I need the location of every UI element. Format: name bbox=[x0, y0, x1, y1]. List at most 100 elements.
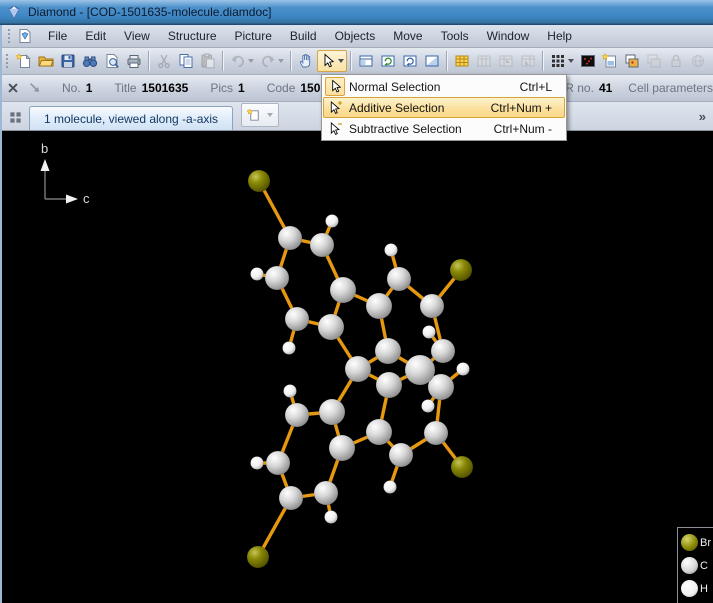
print-button[interactable] bbox=[123, 50, 145, 72]
undo-icon bbox=[230, 53, 246, 69]
corner-view-icon bbox=[424, 53, 440, 69]
delete-structure-button[interactable] bbox=[2, 77, 24, 99]
lock-disabled-button bbox=[665, 50, 687, 72]
window-frame-edge bbox=[0, 25, 2, 603]
redo-button bbox=[257, 50, 287, 72]
table-disabled-3-icon bbox=[520, 53, 536, 69]
menu-item-label: Subtractive Selection bbox=[349, 122, 494, 136]
new-picture-tab-button[interactable] bbox=[241, 103, 279, 127]
find-icon bbox=[82, 53, 98, 69]
render-screen-button[interactable] bbox=[577, 50, 599, 72]
menu-file[interactable]: File bbox=[39, 26, 76, 46]
new-document-button[interactable] bbox=[13, 50, 35, 72]
globe-disabled-button bbox=[687, 50, 709, 72]
pattern-grid-button[interactable] bbox=[547, 50, 577, 72]
select-icon bbox=[320, 53, 336, 69]
dropdown-caret bbox=[338, 59, 344, 63]
print-icon bbox=[126, 53, 142, 69]
selection-mode-menu: Normal SelectionCtrl+LAdditive Selection… bbox=[321, 74, 567, 141]
field-cell-parameters: Cell parameters bbox=[628, 81, 713, 95]
paste-button bbox=[197, 50, 219, 72]
save-button[interactable] bbox=[57, 50, 79, 72]
restore-view-button[interactable] bbox=[399, 50, 421, 72]
title-bar[interactable]: Diamond - [COD-1501635-molecule.diamdoc] bbox=[0, 0, 713, 25]
legend-item-c: C bbox=[681, 554, 713, 577]
dropdown-caret bbox=[267, 113, 273, 117]
menu-objects[interactable]: Objects bbox=[326, 26, 385, 46]
rotate-view-icon bbox=[380, 53, 396, 69]
tile-views-button[interactable] bbox=[355, 50, 377, 72]
field-value: 1 bbox=[238, 81, 245, 95]
field-label: Pics bbox=[210, 81, 233, 95]
diamond-app-icon bbox=[6, 4, 22, 20]
legend-sphere-c bbox=[681, 557, 698, 574]
field-label: Cell parameters bbox=[628, 81, 713, 95]
cursor-icon bbox=[325, 77, 345, 96]
arrow-down-right-icon bbox=[28, 81, 42, 95]
toolbar-overflow-button[interactable]: » bbox=[699, 109, 705, 124]
menu-window[interactable]: Window bbox=[478, 26, 539, 46]
restore-view-icon bbox=[402, 53, 418, 69]
tab-active-picture[interactable]: 1 molecule, viewed along -a-axis bbox=[29, 106, 233, 130]
print-preview-button[interactable] bbox=[101, 50, 123, 72]
field-value: 1501635 bbox=[142, 81, 189, 95]
menu-item-shortcut: Ctrl+L bbox=[520, 80, 564, 94]
window-title: Diamond - [COD-1501635-molecule.diamdoc] bbox=[28, 5, 271, 19]
structure-picture-canvas[interactable]: b c BrCH bbox=[0, 131, 713, 603]
picture-disabled-button bbox=[643, 50, 665, 72]
menu-item-additive-selection[interactable]: Additive SelectionCtrl+Num + bbox=[323, 97, 565, 118]
atom-legend: BrCH bbox=[677, 527, 713, 603]
menu-tools[interactable]: Tools bbox=[432, 26, 478, 46]
select-button[interactable] bbox=[317, 50, 347, 72]
x-icon bbox=[6, 81, 20, 95]
find-button[interactable] bbox=[79, 50, 101, 72]
table-yellow-icon bbox=[454, 53, 470, 69]
tile-views-icon bbox=[358, 53, 374, 69]
menu-item-normal-selection[interactable]: Normal SelectionCtrl+L bbox=[323, 76, 565, 97]
open-file-button[interactable] bbox=[35, 50, 57, 72]
legend-sphere-h bbox=[681, 580, 698, 597]
goto-structure-button[interactable] bbox=[24, 77, 46, 99]
dropdown-caret bbox=[248, 59, 254, 63]
axis-indicator: b c bbox=[28, 141, 92, 205]
menu-help[interactable]: Help bbox=[538, 26, 581, 46]
picture-overlay-button[interactable] bbox=[621, 50, 643, 72]
pan-button[interactable] bbox=[295, 50, 317, 72]
picture-disabled-icon bbox=[646, 53, 662, 69]
rotate-view-button[interactable] bbox=[377, 50, 399, 72]
toolbar-separator bbox=[446, 51, 448, 71]
menu-view[interactable]: View bbox=[115, 26, 159, 46]
structure-fields-right: SGR no.41Cell parameters bbox=[542, 75, 713, 101]
tab-label: 1 molecule, viewed along -a-axis bbox=[44, 112, 218, 126]
toolbar-drag-handle[interactable] bbox=[7, 28, 12, 44]
table-yellow-button[interactable] bbox=[451, 50, 473, 72]
split-panes-button[interactable] bbox=[5, 107, 25, 127]
table-disabled-2-icon bbox=[498, 53, 514, 69]
dropdown-caret bbox=[278, 59, 284, 63]
field-value: 1 bbox=[86, 81, 93, 95]
undo-button bbox=[227, 50, 257, 72]
menu-picture[interactable]: Picture bbox=[226, 26, 281, 46]
new-picture-button[interactable] bbox=[599, 50, 621, 72]
new-picture-icon bbox=[247, 108, 262, 123]
dropdown-caret bbox=[568, 59, 574, 63]
toolbar-separator bbox=[350, 51, 352, 71]
toolbar-separator bbox=[148, 51, 150, 71]
redo-icon bbox=[260, 53, 276, 69]
field-no-: No. 1 bbox=[62, 81, 92, 95]
field-title: Title 1501635 bbox=[114, 81, 188, 95]
field-label: Code bbox=[267, 81, 296, 95]
field-label: No. bbox=[62, 81, 81, 95]
toolbar-drag-handle[interactable] bbox=[5, 53, 10, 69]
field-label: Title bbox=[114, 81, 136, 95]
menu-edit[interactable]: Edit bbox=[76, 26, 115, 46]
corner-view-button[interactable] bbox=[421, 50, 443, 72]
menu-build[interactable]: Build bbox=[281, 26, 326, 46]
menu-item-subtractive-selection[interactable]: Subtractive SelectionCtrl+Num - bbox=[323, 118, 565, 139]
menu-item-shortcut: Ctrl+Num + bbox=[491, 101, 564, 115]
open-file-icon bbox=[38, 53, 54, 69]
menu-structure[interactable]: Structure bbox=[159, 26, 226, 46]
menu-move[interactable]: Move bbox=[384, 26, 431, 46]
copy-button[interactable] bbox=[175, 50, 197, 72]
legend-sphere-br bbox=[681, 534, 698, 551]
